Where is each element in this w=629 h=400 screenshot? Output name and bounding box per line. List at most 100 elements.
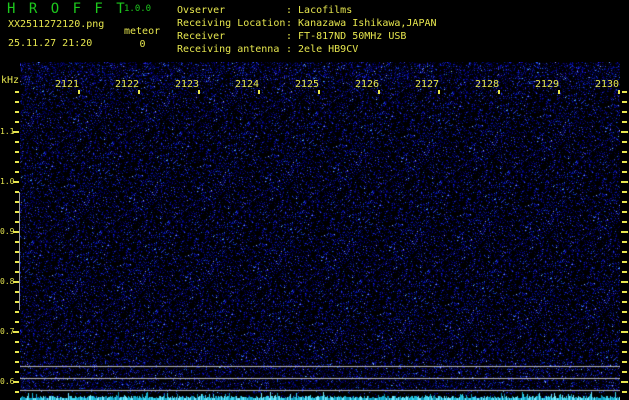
minute-tick xyxy=(138,90,140,94)
freq-tick-right xyxy=(622,201,627,203)
y-axis-freq-label: 1.1 xyxy=(0,127,13,136)
minute-tick xyxy=(378,90,380,94)
info-label: Receiving antenna xyxy=(177,43,286,56)
freq-tick-left xyxy=(15,391,19,393)
freq-tick-right xyxy=(622,291,627,293)
freq-tick-left xyxy=(15,91,19,93)
freq-tick-right xyxy=(622,91,627,93)
freq-tick-right xyxy=(622,301,627,303)
freq-tick-left xyxy=(15,251,19,253)
freq-tick-right xyxy=(622,271,627,273)
x-axis-time-label: 2121 xyxy=(55,79,79,90)
freq-tick-left xyxy=(13,281,19,283)
info-separator: : xyxy=(286,44,292,55)
left-axis-scale-line xyxy=(19,192,20,310)
freq-tick-right xyxy=(622,101,627,103)
minute-tick xyxy=(318,90,320,94)
freq-tick-left xyxy=(13,331,19,333)
freq-tick-left xyxy=(13,381,19,383)
freq-tick-right xyxy=(621,131,628,133)
station-info-row: Receiving antenna:2ele HB9CV xyxy=(177,43,437,56)
station-info-row: Receiving Location: Kanazawa Ishikawa,JAP… xyxy=(177,17,437,30)
freq-tick-right xyxy=(622,361,627,363)
y-axis-freq-label: 0.6 xyxy=(0,377,13,386)
freq-tick-right xyxy=(622,321,627,323)
info-value: FT-817ND 50MHz USB xyxy=(298,31,406,42)
info-separator: : xyxy=(286,31,292,42)
freq-tick-left xyxy=(15,171,19,173)
freq-tick-right xyxy=(622,141,627,143)
x-axis-time-label: 2130 xyxy=(595,79,619,90)
info-value: Kanazawa Ishikawa,JAPAN xyxy=(298,18,436,29)
y-axis-freq-label: 0.8 xyxy=(0,277,13,286)
freq-tick-right xyxy=(622,161,627,163)
freq-tick-left xyxy=(15,301,19,303)
x-axis-time-label: 2124 xyxy=(235,79,259,90)
freq-tick-right xyxy=(621,381,628,383)
freq-tick-left xyxy=(15,311,19,313)
freq-tick-right xyxy=(622,311,627,313)
freq-tick-left xyxy=(13,231,19,233)
freq-tick-right xyxy=(622,171,627,173)
freq-tick-left xyxy=(15,261,19,263)
minute-tick xyxy=(618,90,620,94)
minute-tick xyxy=(258,90,260,94)
freq-tick-right xyxy=(621,231,628,233)
info-label: Receiver xyxy=(177,30,286,43)
freq-tick-right xyxy=(622,191,627,193)
freq-tick-left xyxy=(15,321,19,323)
freq-tick-right xyxy=(622,151,627,153)
freq-tick-right xyxy=(622,211,627,213)
freq-tick-left xyxy=(15,361,19,363)
freq-tick-left xyxy=(13,131,19,133)
freq-tick-right xyxy=(621,331,628,333)
freq-tick-left xyxy=(15,161,19,163)
freq-tick-left xyxy=(15,111,19,113)
freq-tick-right xyxy=(621,181,628,183)
freq-tick-left xyxy=(15,121,19,123)
info-label: Ovserver xyxy=(177,4,286,17)
app-version: 1.0.0 xyxy=(124,4,151,14)
freq-tick-left xyxy=(15,341,19,343)
x-axis-time-label: 2128 xyxy=(475,79,499,90)
minute-tick xyxy=(438,90,440,94)
freq-tick-left xyxy=(15,291,19,293)
x-axis-time-label: 2129 xyxy=(535,79,559,90)
station-info-row: Receiver: FT-817ND 50MHz USB xyxy=(177,30,437,43)
freq-tick-left xyxy=(15,201,19,203)
observation-datetime: 25.11.27 21:20 xyxy=(8,38,92,49)
info-separator: : xyxy=(286,18,292,29)
freq-tick-left xyxy=(15,371,19,373)
freq-tick-right xyxy=(621,281,628,283)
output-filename: XX2511272120.png xyxy=(8,19,104,30)
station-info-row: Ovserver: Lacofilms xyxy=(177,4,437,17)
meteor-count-value: 0 xyxy=(124,39,161,50)
spectrogram-canvas xyxy=(20,62,620,400)
hrofft-window: H R O F F T 1.0.0 XX2511272120.png meteo… xyxy=(0,0,629,400)
freq-tick-right xyxy=(622,241,627,243)
freq-tick-left xyxy=(15,191,19,193)
x-axis-time-label: 2126 xyxy=(355,79,379,90)
minute-tick xyxy=(78,90,80,94)
freq-tick-right xyxy=(622,251,627,253)
freq-tick-right xyxy=(622,261,627,263)
y-axis-freq-label: 0.9 xyxy=(0,227,13,236)
freq-tick-left xyxy=(13,181,19,183)
freq-tick-right xyxy=(622,221,627,223)
freq-tick-left xyxy=(15,101,19,103)
info-value: Lacofilms xyxy=(298,5,352,16)
info-separator: : xyxy=(286,5,292,16)
info-value: 2ele HB9CV xyxy=(298,44,358,55)
info-label: Receiving Location xyxy=(177,17,286,30)
x-axis-time-label: 2127 xyxy=(415,79,439,90)
y-axis-freq-label: 1.0 xyxy=(0,177,13,186)
app-title: H R O F F T xyxy=(7,1,127,17)
freq-tick-left xyxy=(15,221,19,223)
meteor-count-label: meteor xyxy=(124,26,160,37)
minute-tick xyxy=(498,90,500,94)
minute-tick xyxy=(198,90,200,94)
freq-tick-left xyxy=(15,141,19,143)
freq-tick-right xyxy=(622,341,627,343)
freq-tick-left xyxy=(15,351,19,353)
freq-tick-right xyxy=(622,371,627,373)
